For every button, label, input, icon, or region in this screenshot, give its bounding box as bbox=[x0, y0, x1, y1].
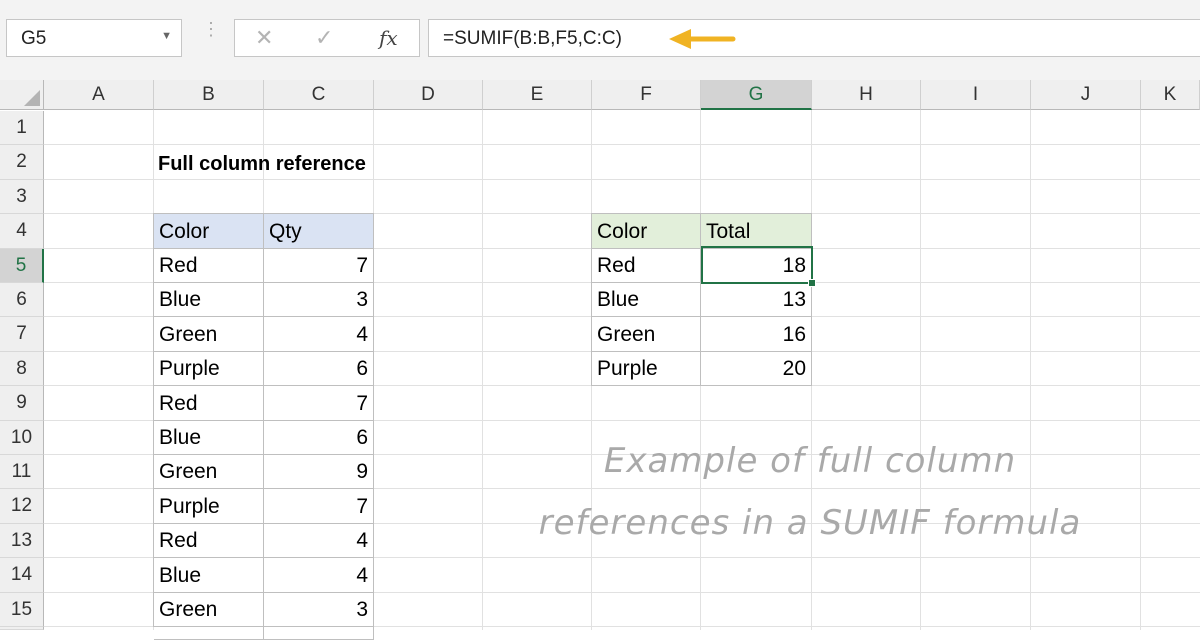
data-table-cell[interactable]: 3 bbox=[264, 283, 374, 317]
row-header-3[interactable]: 3 bbox=[0, 180, 44, 214]
data-table-cell[interactable]: 6 bbox=[264, 421, 374, 455]
data-table-cell[interactable]: Blue bbox=[154, 283, 264, 317]
formula-bar: G5 ▼ ⋮ ✕ ✓ fx =SUMIF(B:B,F5,C:C) bbox=[0, 0, 1200, 80]
x-icon[interactable]: ✕ bbox=[255, 25, 273, 51]
column-header-I[interactable]: I bbox=[921, 80, 1031, 110]
data-table-cell[interactable]: 7 bbox=[264, 249, 374, 283]
more-options-icon: ⋮ bbox=[202, 19, 220, 39]
data-table-cell[interactable]: 6 bbox=[264, 352, 374, 386]
summary-table-cell[interactable]: Green bbox=[592, 317, 701, 352]
column-header-A[interactable]: A bbox=[44, 80, 154, 110]
row-header-6[interactable]: 6 bbox=[0, 283, 44, 317]
name-box[interactable]: G5 ▼ bbox=[6, 19, 182, 57]
data-table-cell[interactable]: Purple bbox=[154, 489, 264, 524]
column-header-H[interactable]: H bbox=[812, 80, 921, 110]
column-header-K[interactable]: K bbox=[1141, 80, 1200, 110]
annotation-line-1: Example of full column bbox=[603, 441, 1017, 481]
column-header-D[interactable]: D bbox=[374, 80, 483, 110]
sheet-title: Full column reference bbox=[158, 153, 366, 175]
annotation: Example of full column references in a S… bbox=[520, 430, 1100, 554]
annotation-line-2: references in a SUMIF formula bbox=[538, 503, 1082, 543]
gridline-vertical bbox=[1140, 110, 1141, 630]
formula-input[interactable]: =SUMIF(B:B,F5,C:C) bbox=[428, 19, 1200, 57]
arrow-left-icon bbox=[669, 29, 736, 49]
data-table-cell[interactable]: 7 bbox=[264, 386, 374, 421]
summary-table-cell[interactable]: 16 bbox=[701, 317, 812, 352]
data-table-cell[interactable]: Red bbox=[154, 524, 264, 558]
check-icon[interactable]: ✓ bbox=[315, 25, 333, 51]
summary-table-header-cell[interactable]: Total bbox=[701, 214, 812, 249]
data-table-cell[interactable]: Green bbox=[154, 593, 264, 627]
select-all-corner[interactable] bbox=[0, 80, 44, 110]
row-header-2[interactable]: 2 bbox=[0, 145, 44, 180]
column-header-J[interactable]: J bbox=[1031, 80, 1141, 110]
row-header-10[interactable]: 10 bbox=[0, 421, 44, 455]
column-header-G[interactable]: G bbox=[701, 80, 812, 110]
data-table-cell[interactable]: 4 bbox=[264, 317, 374, 352]
row-header-4[interactable]: 4 bbox=[0, 214, 44, 249]
data-table-cell-partial[interactable] bbox=[154, 627, 264, 640]
formula-buttons: ✕ ✓ fx bbox=[234, 19, 420, 57]
formula-text: =SUMIF(B:B,F5,C:C) bbox=[443, 28, 622, 49]
select-all-icon bbox=[24, 90, 40, 106]
column-header-C[interactable]: C bbox=[264, 80, 374, 110]
active-cell-G5[interactable] bbox=[701, 246, 816, 287]
row-header-12[interactable]: 12 bbox=[0, 489, 44, 524]
data-table-cell[interactable]: 7 bbox=[264, 489, 374, 524]
row-header-5[interactable]: 5 bbox=[0, 249, 44, 283]
chevron-down-icon[interactable]: ▼ bbox=[161, 30, 172, 42]
data-table-header-cell[interactable]: Qty bbox=[264, 214, 374, 249]
data-table-cell[interactable]: Green bbox=[154, 455, 264, 489]
gridline-horizontal bbox=[44, 144, 1200, 145]
summary-table-cell[interactable]: Red bbox=[592, 249, 701, 283]
column-header-E[interactable]: E bbox=[483, 80, 592, 110]
data-table-cell[interactable]: Purple bbox=[154, 352, 264, 386]
summary-table-cell[interactable]: Blue bbox=[592, 283, 701, 317]
data-table-cell[interactable]: 9 bbox=[264, 455, 374, 489]
name-box-value: G5 bbox=[21, 28, 47, 49]
data-table-header-cell[interactable]: Color bbox=[154, 214, 264, 249]
data-table-cell[interactable]: Blue bbox=[154, 558, 264, 593]
row-header-11[interactable]: 11 bbox=[0, 455, 44, 489]
data-table-cell[interactable]: Red bbox=[154, 249, 264, 283]
data-table-cell[interactable]: Red bbox=[154, 386, 264, 421]
column-header-F[interactable]: F bbox=[592, 80, 701, 110]
row-header-15[interactable]: 15 bbox=[0, 593, 44, 627]
gridline-horizontal bbox=[44, 179, 1200, 180]
fx-icon[interactable]: fx bbox=[379, 26, 398, 50]
row-header-13[interactable]: 13 bbox=[0, 524, 44, 558]
summary-table-cell[interactable]: Purple bbox=[592, 352, 701, 386]
row-header-8[interactable]: 8 bbox=[0, 352, 44, 386]
row-header-9[interactable]: 9 bbox=[0, 386, 44, 421]
data-table-cell[interactable]: 4 bbox=[264, 558, 374, 593]
data-table-cell[interactable]: Blue bbox=[154, 421, 264, 455]
data-table-cell[interactable]: 3 bbox=[264, 593, 374, 627]
fill-handle[interactable] bbox=[808, 279, 816, 287]
data-table-cell[interactable]: 4 bbox=[264, 524, 374, 558]
data-table-cell-partial[interactable] bbox=[264, 627, 374, 640]
data-table-cell[interactable]: Green bbox=[154, 317, 264, 352]
row-header-1[interactable]: 1 bbox=[0, 111, 44, 145]
row-header-7[interactable]: 7 bbox=[0, 317, 44, 352]
gridline-vertical bbox=[482, 110, 483, 630]
column-header-B[interactable]: B bbox=[154, 80, 264, 110]
summary-table-cell[interactable]: 13 bbox=[701, 283, 812, 317]
row-header-14[interactable]: 14 bbox=[0, 558, 44, 593]
summary-table-cell[interactable]: 20 bbox=[701, 352, 812, 386]
summary-table-header-cell[interactable]: Color bbox=[592, 214, 701, 249]
